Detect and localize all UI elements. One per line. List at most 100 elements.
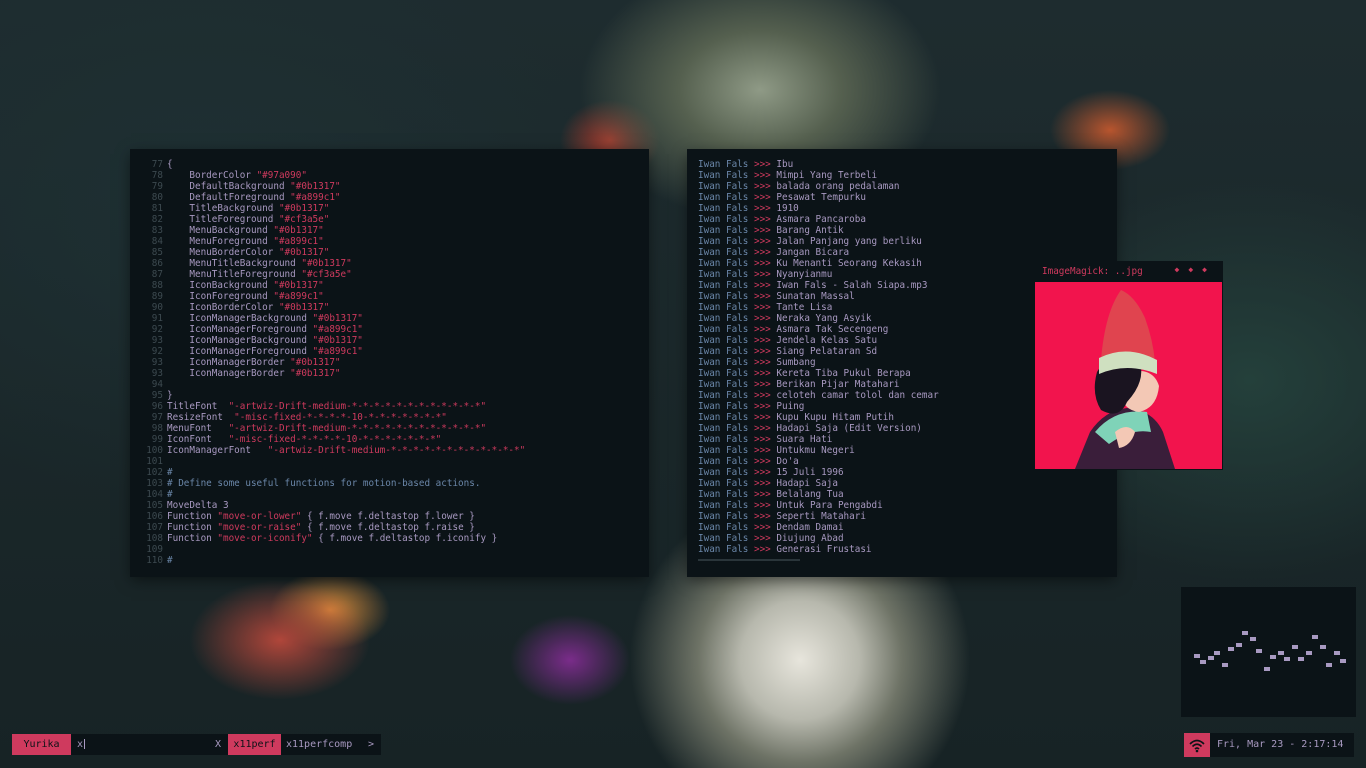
code-line[interactable]: 92 IconManagerForeground "#a899c1" bbox=[141, 324, 525, 335]
playlist-item[interactable]: Iwan Fals >>> Do'a bbox=[698, 456, 939, 467]
playlist-item[interactable]: Iwan Fals >>> Untuk Para Pengabdi bbox=[698, 500, 939, 511]
code-line[interactable]: 97 ResizeFont "-misc-fixed-*-*-*-*-10-*-*… bbox=[141, 412, 525, 423]
code-line[interactable]: 98 MenuFont "-artwiz-Drift-medium-*-*-*-*… bbox=[141, 423, 525, 434]
close-icon[interactable]: X bbox=[215, 734, 221, 755]
playlist-item[interactable]: Iwan Fals >>> 15 Juli 1996 bbox=[698, 467, 939, 478]
code-line[interactable]: 100 IconManagerFont "-artwiz-Drift-medium… bbox=[141, 445, 525, 456]
chevron-right-icon[interactable]: > bbox=[368, 734, 374, 755]
playlist-item[interactable]: Iwan Fals >>> Neraka Yang Asyik bbox=[698, 313, 939, 324]
playlist-item[interactable]: Iwan Fals >>> Asmara Pancaroba bbox=[698, 214, 939, 225]
playlist-item[interactable]: Iwan Fals >>> Jendela Kelas Satu bbox=[698, 335, 939, 346]
playlist-item[interactable]: Iwan Fals >>> Nyanyianmu bbox=[698, 269, 939, 280]
suggestion-item[interactable]: x11perfcomp bbox=[286, 734, 352, 755]
playlist-item[interactable]: Iwan Fals >>> Ibu bbox=[698, 159, 939, 170]
window-buttons[interactable]: ◆◆◆ bbox=[1175, 265, 1216, 274]
code-line[interactable]: 79 DefaultBackground "#0b1317" bbox=[141, 181, 525, 192]
playlist-item[interactable]: Iwan Fals >>> Jangan Bicara bbox=[698, 247, 939, 258]
run-prompt[interactable]: x X bbox=[71, 734, 228, 755]
playlist[interactable]: Iwan Fals >>> Ibu Iwan Fals >>> Mimpi Yan… bbox=[698, 159, 939, 555]
playlist-item[interactable]: Iwan Fals >>> Seperti Matahari bbox=[698, 511, 939, 522]
code-line[interactable]: 93 IconManagerBackground "#0b1317" bbox=[141, 335, 525, 346]
playlist-item[interactable]: Iwan Fals >>> Jalan Panjang yang berliku bbox=[698, 236, 939, 247]
suggestion-list[interactable]: x11perfcomp > bbox=[281, 734, 381, 755]
playlist-item[interactable]: Iwan Fals >>> Berikan Pijar Matahari bbox=[698, 379, 939, 390]
playlist-item[interactable]: Iwan Fals >>> Pesawat Tempurku bbox=[698, 192, 939, 203]
prompt-input[interactable]: x bbox=[77, 734, 86, 755]
code-line[interactable]: 83 MenuBackground "#0b1317" bbox=[141, 225, 525, 236]
code-line[interactable]: 92 IconManagerForeground "#a899c1" bbox=[141, 346, 525, 357]
code-line[interactable]: 101 bbox=[141, 456, 525, 467]
code-line[interactable]: 106 Function "move-or-lower" { f.move f.d… bbox=[141, 511, 525, 522]
playlist-item[interactable]: Iwan Fals >>> Barang Antik bbox=[698, 225, 939, 236]
playlist-item[interactable]: Iwan Fals >>> Dendam Damai bbox=[698, 522, 939, 533]
suggestion-selected[interactable]: x11perf bbox=[228, 734, 281, 755]
playlist-item[interactable]: Iwan Fals >>> Sunatan Massal bbox=[698, 291, 939, 302]
separator: >>> bbox=[748, 390, 777, 401]
playlist-item[interactable]: Iwan Fals >>> Hadapi Saja bbox=[698, 478, 939, 489]
code-comment: # bbox=[167, 467, 173, 478]
code-line[interactable]: 110 # bbox=[141, 555, 525, 566]
code-view[interactable]: 77{78 BorderColor "#97a090" 79 DefaultBac… bbox=[141, 159, 525, 566]
separator: >>> bbox=[748, 291, 777, 302]
code-line[interactable]: 90 IconBorderColor "#0b1317" bbox=[141, 302, 525, 313]
code-text: Function bbox=[167, 522, 218, 533]
line-number: 93 bbox=[151, 368, 163, 379]
playlist-item[interactable]: Iwan Fals >>> Sumbang bbox=[698, 357, 939, 368]
song-artist: Iwan Fals bbox=[698, 192, 749, 203]
playlist-item[interactable]: Iwan Fals >>> Kereta Tiba Pukul Berapa bbox=[698, 368, 939, 379]
code-line[interactable]: 89 IconForeground "#a899c1" bbox=[141, 291, 525, 302]
code-line[interactable]: 94 bbox=[141, 379, 525, 390]
code-line[interactable]: 96 TitleFont "-artwiz-Drift-medium-*-*-*-… bbox=[141, 401, 525, 412]
code-line[interactable]: 107 Function "move-or-raise" { f.move f.d… bbox=[141, 522, 525, 533]
playlist-item[interactable]: Iwan Fals >>> Untukmu Negeri bbox=[698, 445, 939, 456]
code-line[interactable]: 81 TitleBackground "#0b1317" bbox=[141, 203, 525, 214]
editor-window[interactable]: 77{78 BorderColor "#97a090" 79 DefaultBac… bbox=[131, 150, 648, 576]
code-line[interactable]: 102 # bbox=[141, 467, 525, 478]
code-line[interactable]: 99 IconFont "-misc-fixed-*-*-*-*-10-*-*-*… bbox=[141, 434, 525, 445]
code-line[interactable]: 93 IconManagerBorder "#0b1317" bbox=[141, 357, 525, 368]
code-line[interactable]: 82 TitleForeground "#cf3a5e" bbox=[141, 214, 525, 225]
code-line[interactable]: 95} bbox=[141, 390, 525, 401]
code-line[interactable]: 84 MenuForeground "#a899c1" bbox=[141, 236, 525, 247]
playlist-item[interactable]: Iwan Fals >>> Iwan Fals - Salah Siapa.mp… bbox=[698, 280, 939, 291]
code-line[interactable]: 109 bbox=[141, 544, 525, 555]
playlist-item[interactable]: Iwan Fals >>> celoteh camar tolol dan ce… bbox=[698, 390, 939, 401]
window-button-icon[interactable]: ◆ bbox=[1202, 265, 1216, 274]
playlist-item[interactable]: Iwan Fals >>> Generasi Frustasi bbox=[698, 544, 939, 555]
code-line[interactable]: 78 BorderColor "#97a090" bbox=[141, 170, 525, 181]
playlist-item[interactable]: Iwan Fals >>> Siang Pelataran Sd bbox=[698, 346, 939, 357]
window-button-icon[interactable]: ◆ bbox=[1188, 265, 1202, 274]
code-line[interactable]: 108 Function "move-or-iconify" { f.move f… bbox=[141, 533, 525, 544]
playlist-item[interactable]: Iwan Fals >>> Diujung Abad bbox=[698, 533, 939, 544]
image-viewer-window[interactable]: ImageMagick: ..jpg ◆◆◆ bbox=[1035, 262, 1222, 469]
code-line[interactable]: 91 IconManagerBackground "#0b1317" bbox=[141, 313, 525, 324]
playlist-item[interactable]: Iwan Fals >>> Mimpi Yang Terbeli bbox=[698, 170, 939, 181]
workspace-label[interactable]: Yurika bbox=[12, 734, 71, 755]
playlist-item[interactable]: Iwan Fals >>> Kupu Kupu Hitam Putih bbox=[698, 412, 939, 423]
code-line[interactable]: 80 DefaultForeground "#a899c1" bbox=[141, 192, 525, 203]
playlist-item[interactable]: Iwan Fals >>> Suara Hati bbox=[698, 434, 939, 445]
playlist-item[interactable]: Iwan Fals >>> Asmara Tak Secengeng bbox=[698, 324, 939, 335]
line-number: 93 bbox=[151, 357, 163, 368]
code-line[interactable]: 77 { bbox=[141, 159, 525, 170]
code-line[interactable]: 93 IconManagerBorder "#0b1317" bbox=[141, 368, 525, 379]
playlist-item[interactable]: Iwan Fals >>> Puing bbox=[698, 401, 939, 412]
window-button-icon[interactable]: ◆ bbox=[1175, 265, 1189, 274]
code-line[interactable]: 104 # bbox=[141, 489, 525, 500]
playlist-item[interactable]: Iwan Fals >>> Belalang Tua bbox=[698, 489, 939, 500]
separator: >>> bbox=[748, 489, 777, 500]
code-line[interactable]: 85 MenuBorderColor "#0b1317" bbox=[141, 247, 525, 258]
playlist-item[interactable]: Iwan Fals >>> Hadapi Saja (Edit Version) bbox=[698, 423, 939, 434]
separator: >>> bbox=[748, 335, 777, 346]
playlist-item[interactable]: Iwan Fals >>> Tante Lisa bbox=[698, 302, 939, 313]
code-line[interactable]: 88 IconBackground "#0b1317" bbox=[141, 280, 525, 291]
wifi-icon[interactable] bbox=[1184, 733, 1210, 757]
code-line[interactable]: 87 MenuTitleForeground "#cf3a5e" bbox=[141, 269, 525, 280]
playlist-scrollbar[interactable] bbox=[698, 559, 800, 561]
code-line[interactable]: 105 MoveDelta 3 bbox=[141, 500, 525, 511]
code-line[interactable]: 86 MenuTitleBackground "#0b1317" bbox=[141, 258, 525, 269]
playlist-item[interactable]: Iwan Fals >>> Ku Menanti Seorang Kekasih bbox=[698, 258, 939, 269]
playlist-item[interactable]: Iwan Fals >>> balada orang pedalaman bbox=[698, 181, 939, 192]
code-line[interactable]: 103 # Define some useful functions for mo… bbox=[141, 478, 525, 489]
playlist-item[interactable]: Iwan Fals >>> 1910 bbox=[698, 203, 939, 214]
